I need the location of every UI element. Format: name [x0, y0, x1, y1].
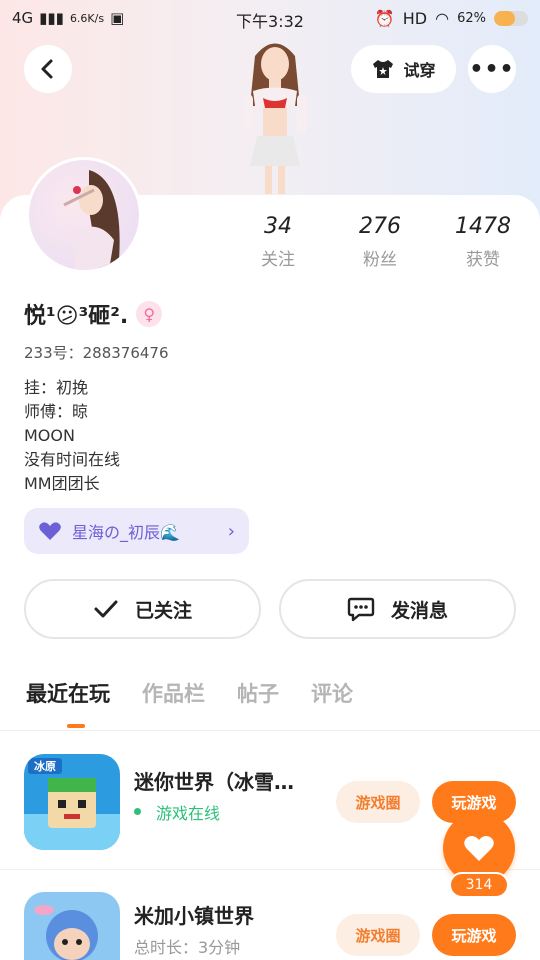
status-bar: 4G ▮▮▮ 6.6K/s ▣ 下午3:32 ⏰ HD ◠ 62% — [0, 0, 540, 36]
tab-posts[interactable]: 帖子 — [237, 678, 279, 708]
following-count: 34 — [264, 214, 292, 239]
tshirt-icon — [373, 60, 394, 78]
tab-recent-played[interactable]: 最近在玩 — [26, 678, 110, 708]
bio-line: 没有时间在线 — [24, 450, 121, 469]
avatar-illustration — [63, 170, 120, 270]
active-tab-indicator — [67, 724, 85, 728]
message-button[interactable]: 发消息 — [279, 579, 516, 639]
followed-button[interactable]: 已关注 — [24, 579, 261, 639]
back-arrow-icon — [41, 59, 53, 79]
alarm-off-icon: ⏰ — [374, 9, 395, 28]
like-count: 314 — [449, 872, 509, 898]
username-text: 悦¹😕³砸². — [24, 304, 129, 329]
game-icon-badge: 冰原 — [34, 759, 56, 773]
wifi-icon: ◠ — [435, 9, 450, 28]
game-title: 米加小镇世界 — [134, 904, 254, 928]
battery-fill — [494, 11, 516, 26]
following-label: 关注 — [261, 250, 295, 270]
likes-label: 获赞 — [466, 250, 500, 270]
more-button[interactable]: ••• — [468, 45, 516, 93]
stat-followers[interactable]: 276 粉丝 — [340, 214, 420, 270]
profile-avatar[interactable] — [26, 157, 142, 273]
profile-page: 4G ▮▮▮ 6.6K/s ▣ 下午3:32 ⏰ HD ◠ 62% 试穿 ••• — [0, 0, 540, 960]
game-play-time: 总时长：3分钟 — [134, 938, 241, 957]
play-game-button[interactable]: 玩游戏 — [432, 914, 516, 956]
battery-icon — [494, 11, 528, 26]
game-icon-mini-world: 冰原 — [24, 754, 120, 850]
chevron-right-icon: › — [227, 520, 235, 542]
hd-indicator: HD — [402, 9, 428, 28]
status-right: ⏰ HD ◠ 62% — [375, 9, 528, 28]
bio: 挂：初挽 师傅：晾 MOON 没有时间在线 MM团团长 — [24, 376, 120, 496]
bio-line: MM团团长 — [24, 474, 100, 493]
female-gender-icon: ♀ — [136, 301, 163, 327]
avatar-3d-figure — [243, 43, 307, 194]
bio-line: MOON — [24, 426, 75, 445]
divider — [0, 730, 540, 731]
stat-following[interactable]: 34 关注 — [238, 214, 318, 270]
heart-icon — [464, 836, 494, 861]
heart-icon — [39, 522, 61, 540]
club-chip[interactable]: 星海の_初辰🌊 › — [24, 508, 249, 554]
game-status-online: 游戏在线 — [134, 800, 220, 824]
chat-bubble-icon — [347, 597, 375, 622]
game-icon-miga-town — [24, 892, 120, 960]
game-row[interactable]: 米加小镇世界 总时长：3分钟 游戏圈 玩游戏 — [0, 888, 540, 960]
tab-comments[interactable]: 评论 — [311, 678, 353, 708]
stat-likes[interactable]: 1478 获赞 — [443, 214, 523, 270]
tab-works[interactable]: 作品栏 — [142, 678, 205, 708]
more-icon: ••• — [469, 56, 515, 82]
content-tabs: 最近在玩 作品栏 帖子 评论 — [26, 678, 385, 708]
back-button[interactable] — [24, 45, 72, 93]
followers-label: 粉丝 — [363, 250, 397, 270]
mini-world-artwork: 冰原 — [24, 754, 120, 850]
try-on-label: 试穿 — [403, 61, 436, 80]
username: 悦¹😕³砸². ♀ — [24, 298, 163, 330]
followed-label: 已关注 — [134, 599, 192, 622]
game-circle-button[interactable]: 游戏圈 — [336, 914, 420, 956]
game-circle-button[interactable]: 游戏圈 — [336, 781, 420, 823]
message-label: 发消息 — [390, 599, 448, 622]
bio-line: 师傅：晾 — [24, 402, 89, 421]
followers-count: 276 — [359, 214, 401, 239]
club-label: 星海の_初辰🌊 — [72, 523, 180, 542]
user-id: 233号：288376476 — [24, 344, 169, 362]
bio-line: 挂：初挽 — [24, 378, 89, 397]
miga-town-artwork — [24, 892, 120, 960]
battery-percent: 62% — [457, 11, 486, 26]
try-on-button[interactable]: 试穿 — [351, 45, 456, 93]
likes-count: 1478 — [455, 214, 511, 239]
game-title: 迷你世界（冰雪… — [134, 770, 294, 794]
check-icon — [94, 600, 118, 618]
